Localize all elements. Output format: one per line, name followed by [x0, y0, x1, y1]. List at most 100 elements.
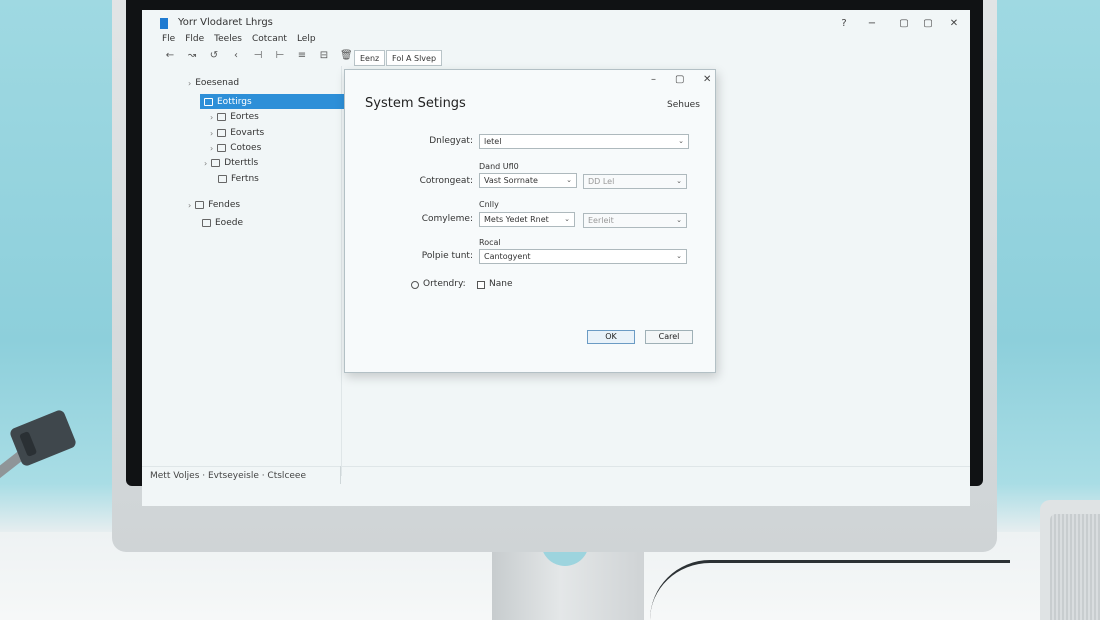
chevron-down-icon: ⌄: [566, 176, 572, 184]
help-icon[interactable]: ?: [838, 18, 850, 30]
dialog-title: System Setings: [365, 96, 466, 111]
category-select[interactable]: letel ⌄: [479, 134, 689, 149]
chevron-right-icon[interactable]: ›: [188, 201, 191, 210]
menu-bar: Fle Flde Teeles Cotcant Lelp: [162, 34, 316, 44]
cut-icon[interactable]: ⊣: [252, 50, 264, 61]
sidebar-item-fonts[interactable]: › Fendes: [188, 200, 240, 210]
menu-contact[interactable]: Cotcant: [252, 34, 287, 44]
speaker: [1040, 500, 1100, 620]
system-settings-dialog: – ▢ ✕ System Setings Sehues Dnlegyat: le…: [344, 69, 716, 373]
components-select-2[interactable]: Mets Yedet Rnet ⌄: [479, 212, 575, 227]
app-title: Yorr Vlodaret Lhrgs: [178, 17, 273, 28]
book-icon: [202, 219, 211, 227]
chevron-down-icon: ⌄: [678, 137, 684, 145]
menu-file[interactable]: Fle: [162, 34, 175, 44]
section-caption-2: Cnlly: [479, 200, 499, 209]
none-checkbox-label: Nane: [489, 279, 513, 289]
ordinary-radio-label: Ortendry:: [423, 279, 466, 289]
list-icon: [218, 175, 227, 183]
sidebar-item-label: Eovarts: [230, 128, 265, 138]
section-caption-3: Rocal: [479, 238, 501, 247]
components-label-1: Cotrongeat:: [419, 176, 473, 186]
dialog-secondary-label: Sehues: [667, 100, 700, 110]
maximize-icon[interactable]: ▢: [898, 18, 910, 30]
sidebar: › Eoesenad Eottirgs › Eortes › Eovarts ›…: [142, 66, 350, 476]
chevron-down-icon: ⌄: [564, 215, 570, 223]
save-icon[interactable]: ⊟: [318, 50, 330, 61]
undo-icon[interactable]: ‹: [230, 50, 242, 61]
toolbar: ← ↝ ↺ ‹ ⊣ ⊢ ≡ ⊟ 🗑 ⊡: [164, 50, 374, 61]
polyhe-select[interactable]: Cantogyent ⌄: [479, 249, 687, 264]
sidebar-item-label: Fertns: [231, 174, 259, 184]
sidebar-item-sub-3[interactable]: › Cotoes: [210, 143, 261, 153]
sidebar-item-sub-2[interactable]: › Eovarts: [210, 128, 264, 138]
ok-button[interactable]: OK: [587, 330, 635, 344]
folder-icon: [195, 201, 205, 209]
refresh-icon[interactable]: ↺: [208, 50, 220, 61]
polyhe-value: Cantogyent: [484, 252, 531, 261]
polyhe-label: Polpie tunt:: [421, 251, 473, 261]
chevron-right-icon[interactable]: ›: [188, 79, 191, 88]
title-bar: Yorr Vlodaret Lhrgs ? − ▢ ▢ ✕: [142, 10, 970, 34]
chevron-right-icon[interactable]: ›: [204, 159, 207, 168]
paste-icon[interactable]: ≡: [296, 50, 308, 61]
restore-icon[interactable]: ▢: [922, 18, 934, 30]
tab-home[interactable]: Eenz: [354, 50, 386, 66]
sidebar-item-sub-1[interactable]: › Eortes: [210, 112, 259, 122]
maximize-icon[interactable]: ▢: [675, 74, 684, 85]
tab-setup[interactable]: Fol A Slvep: [386, 50, 443, 66]
chevron-down-icon: ⌄: [676, 252, 682, 260]
components-extra-select-1[interactable]: DD Lel ⌄: [583, 174, 687, 189]
chevron-right-icon[interactable]: ›: [210, 113, 213, 122]
folder-icon: [217, 129, 227, 137]
tools-icon: [211, 159, 221, 167]
cancel-button[interactable]: Carel: [645, 330, 693, 344]
chevron-down-icon: ⌄: [676, 177, 682, 185]
close-icon[interactable]: ✕: [948, 18, 960, 30]
none-checkbox[interactable]: [477, 281, 485, 289]
folder-icon: [217, 113, 227, 121]
close-icon[interactable]: ✕: [703, 74, 711, 85]
category-value: letel: [484, 137, 502, 146]
components-value-2: Mets Yedet Rnet: [484, 215, 549, 224]
status-text: Mett Voljes · Evtseyeisle · Ctslceee: [150, 471, 306, 481]
delete-icon[interactable]: 🗑: [340, 50, 353, 61]
back-icon[interactable]: ←: [164, 50, 176, 61]
sidebar-item-label: Eottirgs: [217, 96, 252, 107]
sidebar-item-label: Eortes: [230, 112, 259, 122]
components-extra-value-2: Eerleit: [588, 216, 614, 225]
sidebar-item-sub-5[interactable]: Fertns: [218, 174, 259, 184]
minimize-icon[interactable]: –: [651, 74, 656, 85]
sidebar-item-label: Dterttls: [224, 158, 259, 168]
app-icon: [160, 18, 168, 29]
chevron-right-icon[interactable]: ›: [210, 144, 213, 153]
menu-folder[interactable]: Flde: [185, 34, 204, 44]
category-label: Dnlegyat:: [429, 136, 473, 146]
menu-tools[interactable]: Teeles: [214, 34, 242, 44]
monitor-cable: [650, 560, 1010, 620]
minimize-icon[interactable]: −: [866, 18, 878, 30]
sidebar-item-general[interactable]: › Eoesenad: [188, 78, 239, 88]
status-divider: [340, 466, 341, 484]
menu-help[interactable]: Lelp: [297, 34, 316, 44]
components-label-2: Comyleme:: [421, 214, 473, 224]
clock-icon: [217, 144, 227, 152]
sidebar-item-sub-4[interactable]: › Dterttls: [204, 158, 258, 168]
components-extra-select-2[interactable]: Eerleit ⌄: [583, 213, 687, 228]
copy-icon[interactable]: ⊢: [274, 50, 286, 61]
ordinary-radio[interactable]: [411, 281, 419, 289]
chevron-down-icon: ⌄: [676, 216, 682, 224]
settings-icon: [204, 97, 213, 106]
status-bar: Mett Voljes · Evtseyeisle · Ctslceee: [142, 466, 970, 484]
forward-icon[interactable]: ↝: [186, 50, 198, 61]
components-select-1[interactable]: Vast Sorrnate ⌄: [479, 173, 577, 188]
screen: Yorr Vlodaret Lhrgs ? − ▢ ▢ ✕ Fle Flde T…: [142, 10, 970, 506]
sidebar-item-label: Fendes: [208, 200, 241, 210]
chevron-right-icon[interactable]: ›: [210, 129, 213, 138]
sidebar-item-label: Cotoes: [230, 143, 262, 153]
sidebar-item-code[interactable]: Eoede: [202, 218, 243, 228]
section-caption-1: Dand Ufl0: [479, 162, 519, 171]
components-value-1: Vast Sorrnate: [484, 176, 538, 185]
sidebar-item-settings[interactable]: Eottirgs: [200, 94, 350, 109]
monitor: Yorr Vlodaret Lhrgs ? − ▢ ▢ ✕ Fle Flde T…: [112, 0, 997, 552]
